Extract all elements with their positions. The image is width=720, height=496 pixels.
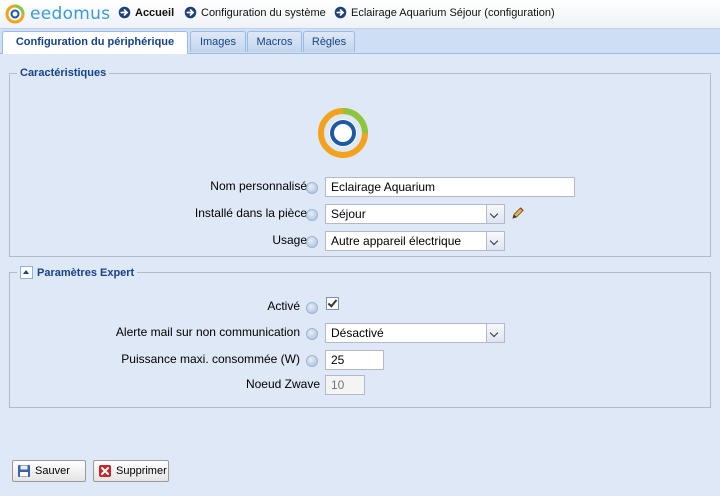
help-icon[interactable]	[306, 302, 318, 314]
usage-select[interactable]: Autre appareil électrique	[325, 231, 505, 251]
room-label: Installé dans la pièce	[194, 206, 307, 220]
help-icon[interactable]	[306, 236, 318, 248]
mail-alert-label: Alerte mail sur non communication	[115, 325, 300, 339]
device-config-panel: Caractéristiques Nom personnalisé Eclair…	[0, 54, 720, 496]
eedomus-logo-icon	[5, 4, 25, 24]
arrow-right-circle-icon	[334, 6, 347, 19]
tab-macros[interactable]: Macros	[247, 31, 302, 52]
tab-bar: Configuration du périphérique Images Mac…	[0, 29, 720, 54]
delete-icon	[99, 465, 111, 477]
usage-label: Usage	[272, 233, 307, 247]
help-icon[interactable]	[306, 328, 318, 340]
chevron-down-icon[interactable]	[486, 324, 504, 342]
expert-settings-fieldset: Paramètres Expert Activé Alerte mail sur…	[9, 266, 711, 408]
device-type-icon	[318, 108, 368, 158]
expert-settings-legend-text: Paramètres Expert	[37, 266, 135, 279]
breadcrumb-system-config-label: Configuration du système	[201, 6, 326, 19]
save-button-label: Sauver	[35, 465, 70, 477]
active-checkbox[interactable]	[326, 297, 339, 310]
room-select-value: Séjour	[331, 207, 366, 221]
tab-rules[interactable]: Règles	[303, 31, 355, 52]
breadcrumb-home[interactable]: Accueil	[118, 6, 174, 19]
expert-settings-legend[interactable]: Paramètres Expert	[17, 266, 137, 279]
tab-device-config[interactable]: Configuration du périphérique	[2, 31, 188, 54]
breadcrumb-system-config[interactable]: Configuration du système	[184, 6, 326, 19]
room-select[interactable]: Séjour	[325, 204, 505, 224]
characteristics-legend: Caractéristiques	[17, 67, 109, 79]
mail-alert-select-value: Désactivé	[331, 326, 384, 340]
breadcrumb-home-label: Accueil	[135, 6, 175, 19]
chevron-down-icon[interactable]	[486, 205, 504, 223]
pencil-icon[interactable]	[511, 206, 525, 220]
delete-button[interactable]: Supprimer	[93, 460, 169, 482]
floppy-disk-icon	[18, 465, 30, 477]
characteristics-legend-text: Caractéristiques	[20, 67, 107, 79]
delete-button-label: Supprimer	[116, 465, 167, 477]
arrow-right-circle-icon	[184, 6, 197, 19]
mail-alert-select[interactable]: Désactivé	[325, 323, 505, 343]
app-header: eedomus Accueil Configuration du système…	[0, 0, 720, 29]
name-input[interactable]: Eclairage Aquarium	[325, 177, 575, 197]
breadcrumb-device-label: Eclairage Aquarium Séjour (configuration…	[351, 6, 555, 19]
help-icon[interactable]	[306, 355, 318, 367]
breadcrumb-device[interactable]: Eclairage Aquarium Séjour (configuration…	[334, 6, 555, 19]
zwave-node-input: 10	[325, 375, 365, 395]
logo-text: eedomus	[30, 4, 111, 24]
eedomus-logo[interactable]: eedomus	[5, 3, 110, 25]
help-icon[interactable]	[306, 182, 318, 194]
max-power-label: Puissance maxi. consommée (W)	[121, 352, 300, 366]
zwave-node-label: Noeud Zwave	[245, 377, 320, 391]
help-icon[interactable]	[306, 209, 318, 221]
usage-select-value: Autre appareil électrique	[331, 234, 462, 248]
active-label: Activé	[267, 299, 300, 313]
arrow-right-circle-icon	[118, 6, 131, 19]
save-button[interactable]: Sauver	[12, 460, 86, 482]
tab-images[interactable]: Images	[190, 31, 246, 52]
name-label: Nom personnalisé	[210, 179, 307, 193]
collapse-icon[interactable]	[20, 266, 33, 279]
characteristics-fieldset: Caractéristiques Nom personnalisé Eclair…	[9, 67, 711, 257]
max-power-input[interactable]: 25	[325, 350, 384, 370]
chevron-down-icon[interactable]	[486, 232, 504, 250]
